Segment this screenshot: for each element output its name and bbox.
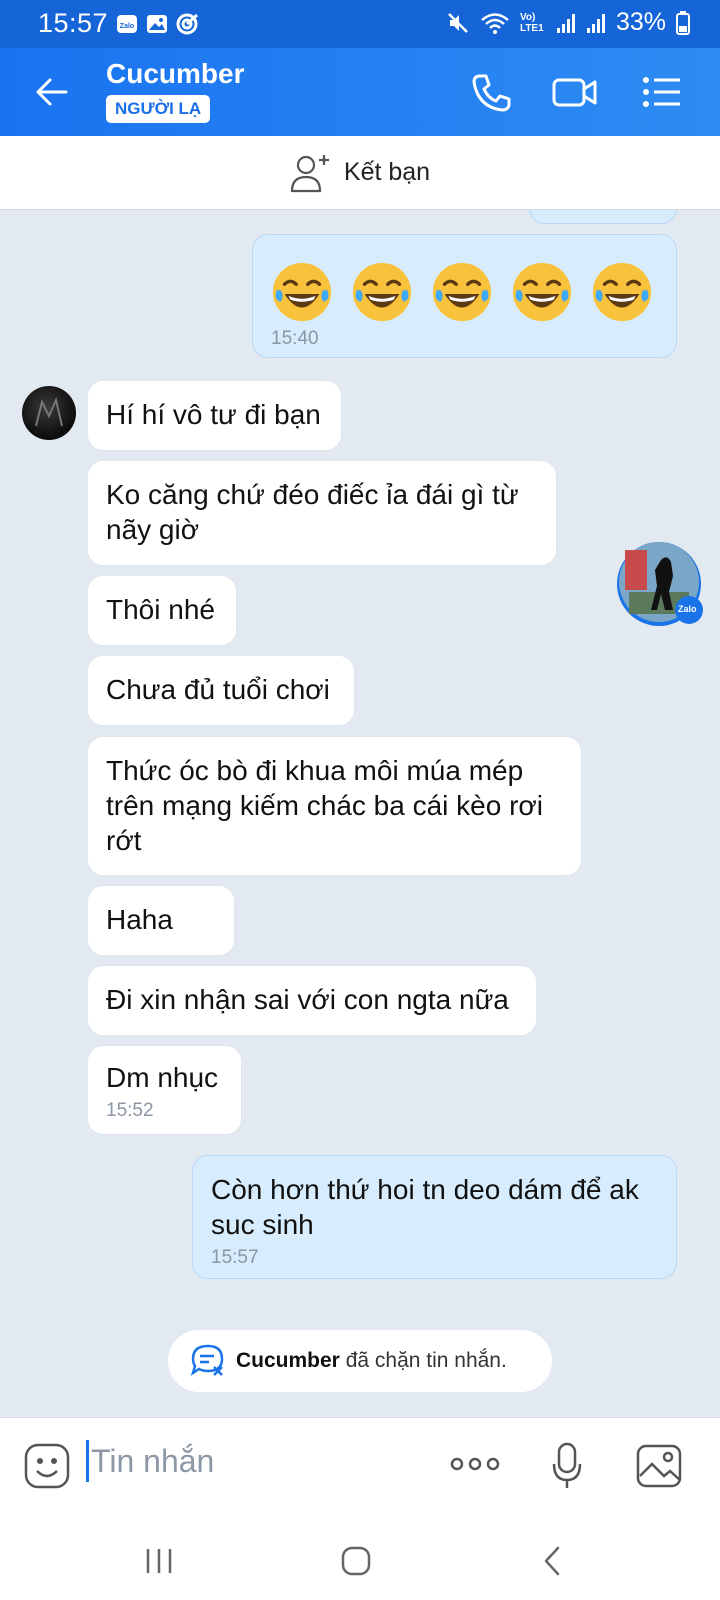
- blocked-notice-text: đã chặn tin nhắn.: [339, 1349, 507, 1372]
- blocked-notice: Cucumber đã chặn tin nhắn.: [168, 1330, 552, 1392]
- system-nav-bar: [0, 1517, 720, 1600]
- signal-icon: [556, 13, 575, 33]
- chat-header: Cucumber NGƯỜI LẠ: [0, 48, 720, 136]
- outgoing-message[interactable]: Còn hơn thứ hoi tn deo dám để ak suc sin…: [192, 1155, 677, 1279]
- incoming-message[interactable]: Hí hí vô tư đi bạn: [87, 380, 342, 451]
- incoming-message[interactable]: Chưa đủ tuổi chơi: [87, 655, 355, 726]
- message-input-bar: Tin nhắn: [0, 1417, 720, 1517]
- chat-area[interactable]: 15:40 Hí hí vô tư đi bạn Ko căng chứ đéo…: [0, 210, 720, 1417]
- target-notification-icon: [176, 13, 199, 35]
- message-time: 15:40: [271, 328, 319, 349]
- incoming-message[interactable]: Đi xin nhận sai với con ngta nữa: [87, 965, 537, 1036]
- incoming-message[interactable]: Thức óc bò đi khua môi múa mép trên mạng…: [87, 736, 582, 876]
- stranger-badge: NGƯỜI LẠ: [106, 95, 211, 123]
- add-friend-icon: [290, 154, 329, 192]
- text-caret: [86, 1440, 89, 1482]
- floating-chat-head-label: Zalo: [678, 604, 697, 614]
- outgoing-message[interactable]: 15:40: [252, 234, 677, 358]
- laughing-tears-emoji-icon: [512, 262, 572, 322]
- message-time: 15:57: [211, 1247, 259, 1268]
- phone-icon[interactable]: [468, 70, 514, 114]
- blocked-message-icon: [190, 1344, 224, 1376]
- laughing-tears-emoji-icon: [592, 262, 652, 322]
- contact-avatar[interactable]: [22, 386, 76, 440]
- contact-name[interactable]: Cucumber: [106, 58, 244, 90]
- incoming-message[interactable]: Thôi nhé: [87, 575, 237, 646]
- zalo-notification-icon: Zalo: [116, 13, 138, 35]
- laughing-tears-emoji-icon: [352, 262, 412, 322]
- gallery-notification-icon: [146, 13, 168, 35]
- incoming-message[interactable]: Ko căng chứ đéo điếc ỉa đái gì từ nãy gi…: [87, 460, 557, 566]
- more-options-icon[interactable]: [450, 1454, 500, 1474]
- laughing-tears-emoji-icon: [432, 262, 492, 322]
- back-arrow-icon[interactable]: [34, 74, 70, 110]
- status-bar: 15:57 Zalo Vo) LTE1 33%: [0, 0, 720, 48]
- incoming-message[interactable]: Dm nhục 15:52: [87, 1045, 242, 1135]
- message-time: 15:52: [106, 1100, 154, 1121]
- laughing-tears-emoji-icon: [272, 262, 332, 322]
- wifi-icon: [481, 12, 509, 34]
- floating-chat-head[interactable]: Zalo: [615, 540, 703, 640]
- video-call-icon[interactable]: [552, 70, 598, 114]
- network-label: Vo) LTE1: [519, 11, 544, 34]
- message-input-placeholder: Tin nhắn: [91, 1442, 215, 1479]
- previous-message-bubble[interactable]: [529, 210, 677, 224]
- status-time: 15:57: [38, 8, 109, 38]
- sticker-icon[interactable]: [24, 1443, 70, 1489]
- add-friend-label: Kết bạn: [343, 158, 431, 186]
- home-icon[interactable]: [340, 1545, 372, 1577]
- system-back-icon[interactable]: [542, 1545, 562, 1577]
- mute-icon: [448, 12, 468, 33]
- message-input[interactable]: Tin nhắn: [86, 1440, 214, 1482]
- svg-text:Zalo: Zalo: [120, 23, 134, 30]
- signal-icon-2: [586, 13, 605, 33]
- battery-icon: [676, 10, 690, 35]
- emoji-row: [271, 261, 658, 323]
- blocked-notice-name: Cucumber: [236, 1349, 340, 1372]
- image-gallery-icon[interactable]: [636, 1444, 682, 1488]
- battery-percent: 33%: [615, 8, 666, 36]
- incoming-message[interactable]: Haha: [87, 885, 235, 956]
- add-friend-bar[interactable]: Kết bạn: [0, 136, 720, 210]
- recent-apps-icon[interactable]: [145, 1547, 173, 1575]
- microphone-icon[interactable]: [552, 1442, 582, 1490]
- menu-list-icon[interactable]: [640, 70, 686, 114]
